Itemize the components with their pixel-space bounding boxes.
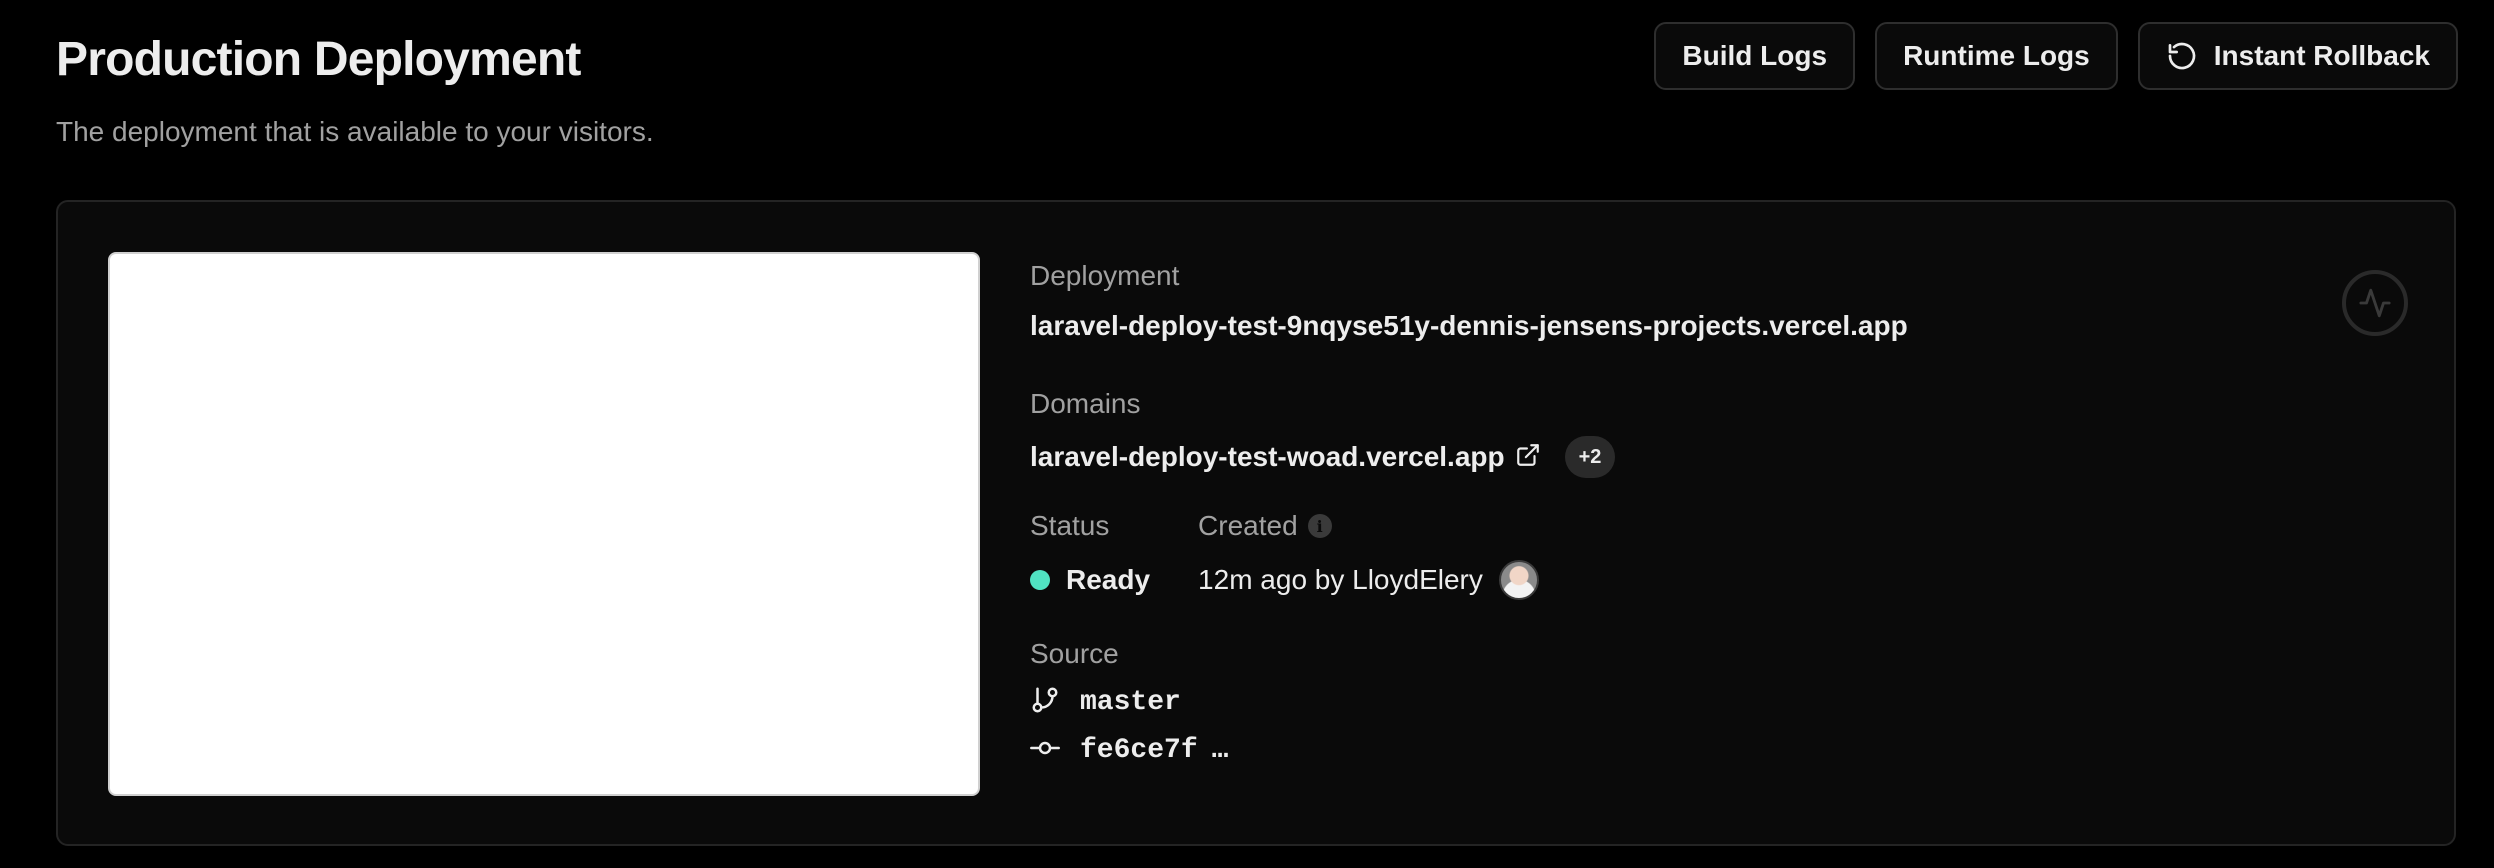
deployment-preview-image[interactable] bbox=[108, 252, 980, 796]
commit-message-ellipsis[interactable]: … bbox=[1212, 735, 1229, 766]
created-section: Created i 12m ago by LloydElery bbox=[1198, 508, 1539, 600]
rotate-ccw-icon bbox=[2166, 40, 2198, 72]
git-commit-icon bbox=[1030, 733, 1060, 768]
source-commit-row: fe6ce7f … bbox=[1030, 726, 2394, 774]
created-value-row: 12m ago by LloydElery bbox=[1198, 560, 1539, 600]
avatar[interactable] bbox=[1498, 560, 1539, 600]
created-label-row: Created i bbox=[1198, 508, 1539, 544]
deployment-card: Deployment laravel-deploy-test-9nqyse51y… bbox=[56, 200, 2456, 846]
activity-icon[interactable] bbox=[2342, 270, 2408, 336]
source-label: Source bbox=[1030, 638, 1119, 669]
external-link-icon[interactable] bbox=[1515, 442, 1541, 473]
branch-name-link[interactable]: master bbox=[1080, 687, 1181, 718]
extra-domains-badge[interactable]: +2 bbox=[1564, 436, 1616, 478]
deployment-url-link[interactable]: laravel-deploy-test-9nqyse51y-dennis-jen… bbox=[1030, 308, 2394, 344]
git-branch-icon bbox=[1030, 685, 1060, 720]
status-section: Status Ready bbox=[1030, 508, 1150, 600]
domains-row: laravel-deploy-test-woad.vercel.app +2 bbox=[1030, 436, 2394, 478]
domains-label: Domains bbox=[1030, 388, 1141, 419]
instant-rollback-label: Instant Rollback bbox=[2213, 40, 2430, 71]
instant-rollback-button[interactable]: Instant Rollback bbox=[2137, 22, 2458, 90]
page-title: Production Deployment bbox=[56, 33, 581, 86]
deployment-label: Deployment bbox=[1030, 260, 1180, 291]
page-subtitle: The deployment that is available to your… bbox=[56, 116, 654, 147]
status-dot bbox=[1030, 570, 1050, 590]
primary-domain-link[interactable]: laravel-deploy-test-woad.vercel.app bbox=[1030, 439, 1505, 475]
production-deployment-page: Production Deployment The deployment tha… bbox=[0, 0, 2494, 868]
source-branch-row: master bbox=[1030, 678, 2394, 726]
created-value: 12m ago by LloydElery bbox=[1198, 564, 1483, 595]
status-label: Status bbox=[1030, 510, 1110, 541]
build-logs-label: Build Logs bbox=[1682, 40, 1828, 71]
build-logs-button[interactable]: Build Logs bbox=[1654, 22, 1856, 90]
status-created-row: Status Ready Created i 12m ago by LloydE… bbox=[1030, 508, 2394, 600]
header-actions: Build Logs Runtime Logs Instant Rollback bbox=[1654, 22, 2458, 90]
commit-hash-link[interactable]: fe6ce7f bbox=[1080, 735, 1198, 766]
created-label: Created bbox=[1198, 510, 1298, 541]
info-icon[interactable]: i bbox=[1307, 514, 1332, 538]
status-value: Ready bbox=[1066, 564, 1151, 595]
status-value-row: Ready bbox=[1030, 560, 1150, 600]
runtime-logs-button[interactable]: Runtime Logs bbox=[1875, 22, 2118, 90]
deployment-info: Deployment laravel-deploy-test-9nqyse51y… bbox=[1030, 252, 2394, 774]
runtime-logs-label: Runtime Logs bbox=[1903, 40, 2090, 71]
